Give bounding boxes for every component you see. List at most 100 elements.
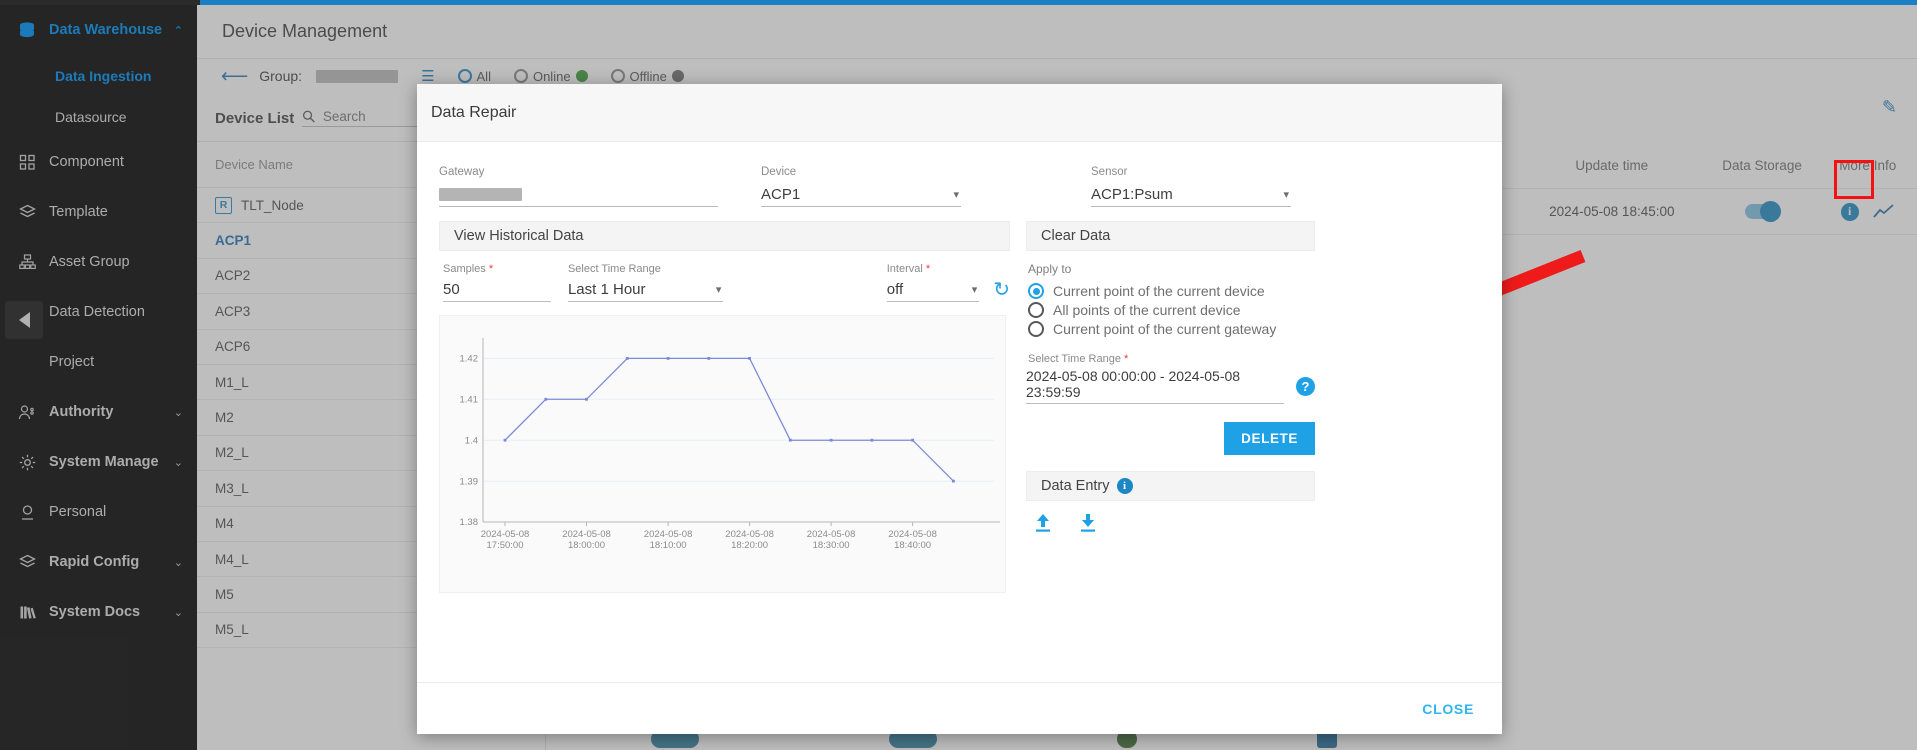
data-entry-actions [1026,501,1315,533]
sidebar-item-system-manage[interactable]: System Manage ⌄ [0,437,197,487]
delete-button[interactable]: DELETE [1224,422,1315,455]
svg-text:1.38: 1.38 [460,517,479,528]
template-icon [16,202,38,222]
modal-body: Gateway Device ACP1 ▾ Sensor ACP1:Psum ▾… [417,142,1502,593]
question-icon[interactable]: ? [1296,376,1315,396]
status-filter-offline[interactable]: Offline [610,68,684,84]
device-list-item-label: M4_L [215,551,249,567]
apply-to-radio-1[interactable]: All points of the current device [1026,302,1315,318]
device-label: Device [761,166,797,178]
device-list-item-label: ACP2 [215,268,251,284]
status-online-label: Online [532,68,571,84]
radio-ring-offline-icon [610,69,625,83]
status-filter-online[interactable]: Online [513,68,588,84]
selector-fields-row: Gateway Device ACP1 ▾ Sensor ACP1:Psum ▾ [439,166,1480,207]
chevron-icon[interactable]: ⌃ [174,24,183,37]
view-historical-data-title: View Historical Data [454,228,584,244]
list-view-icon[interactable]: ☰ [421,67,434,85]
blank-icon [16,352,38,372]
svg-text:2024-05-08: 2024-05-08 [725,529,774,540]
component-icon [16,152,38,172]
download-icon[interactable] [1079,513,1097,533]
group-label: Group: [259,68,303,84]
chevron-icon[interactable]: ⌄ [174,606,183,619]
modal-panes: View Historical Data Samples * 50 Select… [439,221,1480,593]
sidebar-item-asset-group[interactable]: Asset Group [0,237,197,287]
modal-title: Data Repair [431,103,517,121]
chevron-icon[interactable]: ⌄ [174,556,183,569]
timerange-field[interactable]: Select Time Range Last 1 Hour ▾ [567,263,724,302]
chevron-icon[interactable]: ⌄ [174,406,183,419]
status-offline-label: Offline [629,68,667,84]
close-button[interactable]: CLOSE [1422,701,1474,717]
device-list-title: Device List [215,109,295,127]
apply-to-radio-0[interactable]: Current point of the current device [1026,283,1315,299]
interval-field[interactable]: Interval * off ▾ [886,263,980,302]
sidebar-item-datasource[interactable]: Datasource [0,96,197,137]
page-title: Device Management [222,21,388,41]
modal-footer: CLOSE [417,682,1502,734]
sidebar-item-data-ingestion[interactable]: Data Ingestion [0,55,197,96]
clear-timerange-row[interactable]: 2024-05-08 00:00:00 - 2024-05-08 23:59:5… [1026,368,1315,404]
chart-controls: Samples * 50 Select Time Range Last 1 Ho… [439,263,1010,302]
sidebar-item-label: Component [49,154,124,170]
collapse-marker-icon[interactable] [5,301,43,339]
person-icon [16,502,38,522]
interval-value: off [886,281,904,298]
device-list-item-label: M5_L [215,622,249,638]
chevron-down-icon[interactable]: ▾ [953,188,959,201]
pencil-icon[interactable]: ✎ [1882,97,1897,118]
view-historical-data-header: View Historical Data [439,221,1010,251]
column-data-storage: Data Storage [1722,158,1802,173]
info-icon[interactable]: i [1840,202,1859,221]
samples-field[interactable]: Samples * 50 [443,263,552,302]
sidebar-item-authority[interactable]: Authority ⌄ [0,387,197,437]
apply-to-radio-2[interactable]: Current point of the current gateway [1026,321,1315,337]
data-storage-toggle[interactable] [1745,201,1782,222]
books-icon [16,602,38,622]
gear-icon [16,452,38,472]
sidebar-item-label: Data Warehouse [49,22,163,38]
radio-label: Current point of the current gateway [1053,321,1277,337]
sidebar-item-system-docs[interactable]: System Docs ⌄ [0,587,197,637]
sidebar-item-component[interactable]: Component [0,137,197,187]
device-field[interactable]: Device ACP1 ▾ [761,166,961,207]
sidebar-item-personal[interactable]: Personal [0,487,197,537]
data-entry-title: Data Entry [1041,478,1110,494]
svg-text:2024-05-08: 2024-05-08 [888,529,937,540]
sidebar-item-template[interactable]: Template [0,187,197,237]
sensor-field[interactable]: Sensor ACP1:Psum ▾ [1091,166,1291,207]
chevron-down-icon-sensor[interactable]: ▾ [1283,188,1289,201]
device-list-item-label: M4 [215,516,234,532]
svg-text:2024-05-08: 2024-05-08 [562,529,611,540]
back-arrow-icon[interactable]: ⟵ [221,67,248,86]
svg-text:1.42: 1.42 [460,354,479,365]
radio-ring-all-icon [457,69,472,83]
info-icon-data-entry[interactable]: i [1116,478,1133,494]
status-all-label: All [476,68,491,84]
apply-to-radio-group: Current point of the current device All p… [1026,283,1315,337]
radio-button-icon[interactable] [1028,283,1044,299]
radio-button-icon[interactable] [1028,302,1044,318]
upload-icon[interactable] [1034,513,1052,533]
svg-text:18:00:00: 18:00:00 [568,540,605,551]
sidebar-item-data-warehouse[interactable]: Data Warehouse ⌃ [0,5,197,55]
samples-value: 50 [443,281,460,298]
sidebar-item-project[interactable]: Project [0,337,197,387]
status-filter-all[interactable]: All [457,68,491,84]
chevron-down-icon-timerange[interactable]: ▾ [716,283,722,296]
refresh-icon[interactable]: ↻ [993,280,1010,300]
radio-label: All points of the current device [1053,302,1241,318]
trend-line-icon[interactable] [1873,203,1895,220]
sidebar-item-label: Data Detection [49,304,145,320]
sidebar-item-label: Data Ingestion [55,67,152,84]
svg-text:2024-05-08: 2024-05-08 [807,529,856,540]
historical-data-chart: 1.38 1.39 1.4 1.41 1.42 2024-05-08 17:50:00 202… [439,315,1006,593]
gateway-field[interactable]: Gateway [439,166,718,207]
chevron-down-icon-interval[interactable]: ▾ [972,283,978,296]
chevron-icon[interactable]: ⌄ [174,456,183,469]
sidebar-item-rapid-config[interactable]: Rapid Config ⌄ [0,537,197,587]
svg-text:17:50:00: 17:50:00 [487,540,524,551]
radio-button-icon[interactable] [1028,321,1044,337]
svg-text:2024-05-08: 2024-05-08 [481,529,530,540]
